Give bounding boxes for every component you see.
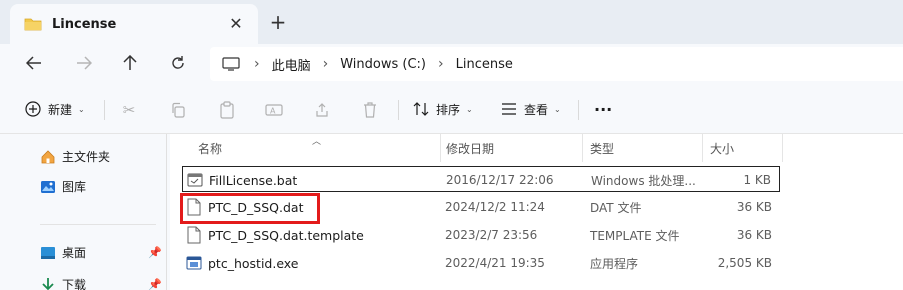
delete-icon[interactable] bbox=[360, 100, 380, 120]
sidebar-item-label: 桌面 bbox=[62, 246, 87, 260]
column-divider[interactable] bbox=[440, 134, 441, 162]
download-icon bbox=[40, 277, 56, 290]
rename-icon[interactable]: A bbox=[264, 100, 284, 120]
folder-icon bbox=[24, 17, 42, 31]
breadcrumb-drive-c[interactable]: Windows (C:) bbox=[340, 57, 426, 72]
back-button[interactable] bbox=[22, 51, 46, 75]
paste-icon[interactable] bbox=[217, 100, 237, 120]
column-divider[interactable] bbox=[702, 134, 703, 162]
tab-lincense[interactable]: Lincense ✕ bbox=[10, 4, 258, 44]
gallery-icon bbox=[40, 179, 56, 195]
share-icon[interactable] bbox=[312, 100, 332, 120]
sort-label: 排序 bbox=[436, 102, 461, 117]
file-size: 36 KB bbox=[736, 200, 772, 214]
forward-button[interactable] bbox=[72, 51, 96, 75]
file-name: PTC_D_SSQ.dat.template bbox=[208, 227, 364, 243]
sidebar-item-home[interactable]: 主文件夹 bbox=[40, 148, 110, 165]
divider bbox=[40, 224, 156, 225]
navigation-bar: › 此电脑 › Windows (C:) › Lincense bbox=[0, 44, 903, 82]
more-options-button[interactable]: ··· bbox=[594, 98, 612, 120]
column-header-name[interactable]: 名称 bbox=[198, 134, 222, 162]
column-header-size[interactable]: 大小 bbox=[710, 134, 734, 162]
sort-icon bbox=[412, 100, 430, 118]
divider bbox=[104, 100, 105, 120]
sidebar-item-label: 主文件夹 bbox=[62, 150, 111, 164]
computer-icon bbox=[222, 57, 240, 71]
table-row[interactable]: FillLicense.bat 2016/12/17 22:06 Windows… bbox=[182, 166, 780, 192]
file-name-cell: PTC_D_SSQ.dat.template bbox=[186, 222, 364, 248]
arrow-right-icon bbox=[77, 56, 92, 70]
plus-circle-icon bbox=[24, 100, 42, 118]
view-label: 查看 bbox=[524, 102, 549, 117]
column-divider[interactable] bbox=[582, 134, 583, 162]
chevron-down-icon: ⌄ bbox=[554, 104, 561, 114]
file-date: 2016/12/17 22:06 bbox=[446, 173, 554, 187]
command-bar: 新建 ⌄ ✂ A 排序 ⌄ 查看 ⌄ ··· bbox=[0, 82, 903, 134]
chevron-down-icon: ⌄ bbox=[466, 104, 473, 114]
chevron-right-icon: › bbox=[322, 56, 329, 72]
highlight-annotation bbox=[180, 193, 320, 224]
file-type: DAT 文件 bbox=[590, 200, 642, 215]
pin-icon[interactable]: 📌 bbox=[148, 278, 162, 290]
chevron-right-icon: › bbox=[254, 56, 260, 72]
sidebar-item-desktop[interactable]: 桌面 bbox=[40, 244, 86, 261]
new-tab-button[interactable]: + bbox=[266, 10, 290, 34]
view-button[interactable]: 查看 ⌄ bbox=[500, 98, 561, 120]
breadcrumb-this-pc[interactable]: 此电脑 bbox=[272, 55, 311, 74]
address-bar[interactable]: › 此电脑 › Windows (C:) › Lincense bbox=[210, 47, 903, 81]
sort-ascending-icon: ︿ bbox=[312, 137, 322, 147]
arrow-left-icon bbox=[26, 56, 41, 70]
sidebar-item-gallery[interactable]: 图库 bbox=[40, 178, 86, 195]
tab-title: Lincense bbox=[52, 16, 117, 32]
file-name-cell: ptc_hostid.exe bbox=[186, 250, 299, 276]
close-tab-button[interactable]: ✕ bbox=[226, 14, 246, 34]
cut-icon[interactable]: ✂ bbox=[119, 100, 139, 120]
table-row[interactable]: PTC_D_SSQ.dat.template 2023/2/7 23:56 TE… bbox=[182, 222, 780, 248]
sort-button[interactable]: 排序 ⌄ bbox=[412, 98, 473, 120]
file-type: 应用程序 bbox=[590, 256, 639, 271]
file-type: Windows 批处理... bbox=[591, 173, 696, 188]
divider bbox=[578, 100, 579, 120]
refresh-icon bbox=[172, 56, 184, 69]
tab-strip: Lincense ✕ + bbox=[0, 0, 903, 44]
file-icon bbox=[186, 226, 202, 244]
sidebar-item-downloads[interactable]: 下载 bbox=[40, 276, 86, 290]
batch-file-icon bbox=[187, 171, 203, 189]
new-button[interactable]: 新建 ⌄ bbox=[24, 98, 85, 120]
arrow-up-icon bbox=[123, 55, 137, 70]
chevron-right-icon: › bbox=[438, 56, 444, 72]
refresh-button[interactable] bbox=[166, 51, 190, 75]
up-button[interactable] bbox=[118, 51, 142, 75]
svg-text:A: A bbox=[270, 107, 276, 116]
navigation-pane: 主文件夹 图库 桌面 📌 下载 📌 bbox=[0, 134, 170, 290]
column-divider[interactable] bbox=[782, 134, 783, 162]
copy-icon[interactable] bbox=[168, 100, 188, 120]
divider bbox=[398, 100, 399, 120]
sidebar-item-label: 下载 bbox=[62, 278, 87, 290]
file-size: 36 KB bbox=[736, 228, 772, 242]
file-size: 2,505 KB bbox=[717, 256, 772, 270]
pin-icon[interactable]: 📌 bbox=[148, 246, 162, 259]
desktop-icon bbox=[40, 245, 56, 261]
file-type: TEMPLATE 文件 bbox=[590, 228, 680, 243]
chevron-down-icon: ⌄ bbox=[78, 104, 85, 114]
table-row[interactable]: ptc_hostid.exe 2022/4/21 19:35 应用程序 2,50… bbox=[182, 250, 780, 276]
exe-icon bbox=[186, 254, 202, 272]
breadcrumb-lincense[interactable]: Lincense bbox=[456, 57, 513, 72]
file-name: ptc_hostid.exe bbox=[208, 255, 299, 271]
column-header-type[interactable]: 类型 bbox=[590, 134, 614, 162]
file-name: FillLicense.bat bbox=[209, 172, 298, 188]
sidebar-item-label: 图库 bbox=[62, 180, 87, 194]
pane-divider[interactable] bbox=[166, 134, 167, 290]
new-label: 新建 bbox=[48, 102, 73, 117]
file-date: 2022/4/21 19:35 bbox=[445, 256, 545, 270]
home-icon bbox=[40, 149, 56, 165]
file-name-cell: FillLicense.bat bbox=[187, 167, 297, 193]
view-list-icon bbox=[500, 100, 518, 118]
column-header-date[interactable]: 修改日期 bbox=[446, 134, 494, 162]
file-date: 2023/2/7 23:56 bbox=[445, 228, 538, 242]
file-date: 2024/12/2 11:24 bbox=[445, 200, 545, 214]
file-size: 1 KB bbox=[743, 173, 771, 187]
